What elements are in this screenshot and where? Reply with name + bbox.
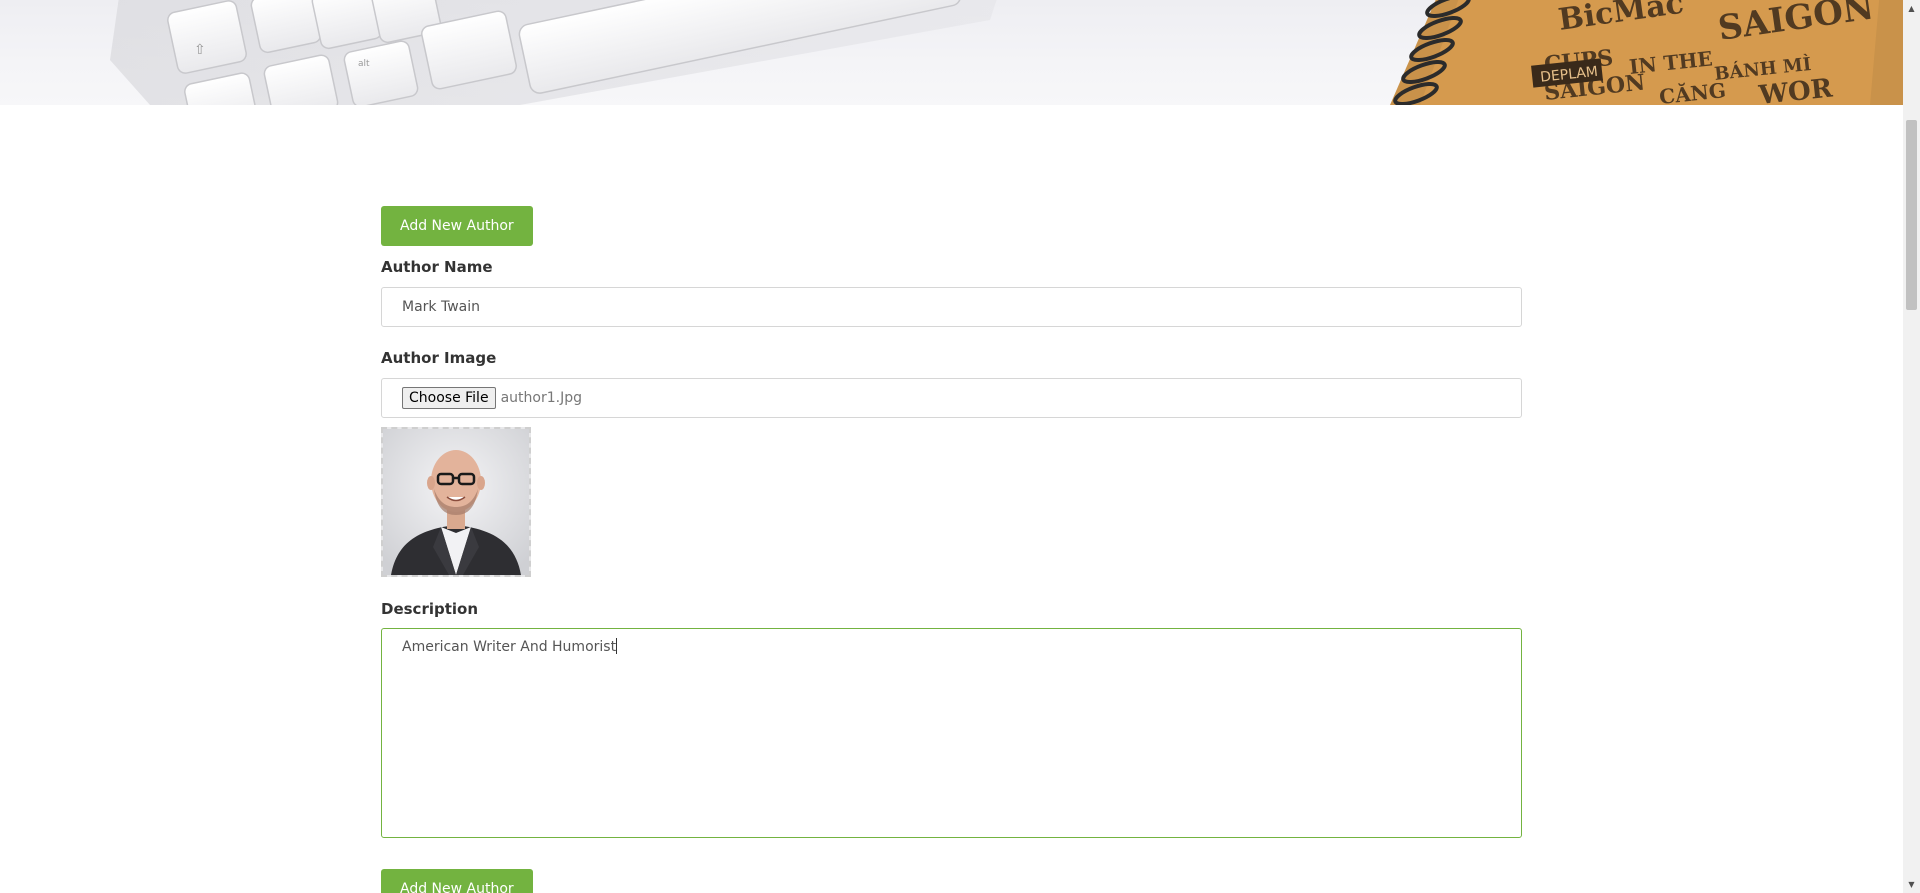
description-label: Description xyxy=(381,600,479,618)
author-image-label: Author Image xyxy=(381,349,497,367)
svg-text:⇧: ⇧ xyxy=(194,42,206,58)
author-name-input[interactable]: Mark Twain xyxy=(381,287,1522,327)
text-caret xyxy=(616,638,618,654)
author-name-label: Author Name xyxy=(381,258,493,276)
author-photo xyxy=(383,429,529,575)
vertical-scrollbar[interactable]: ▲ ▼ xyxy=(1903,0,1920,893)
description-value: American Writer And Humorist xyxy=(402,639,617,655)
add-new-author-button-top[interactable]: Add New Author xyxy=(381,206,533,246)
author-name-value: Mark Twain xyxy=(402,299,480,315)
add-new-author-button-bottom[interactable]: Add New Author xyxy=(381,869,533,893)
scrollbar-thumb[interactable] xyxy=(1906,120,1917,310)
header-banner-image: ⇧ alt BicMac SAIGON CUPS IN THE BÁNH MÌ … xyxy=(0,0,1903,105)
choose-file-button[interactable]: Choose File xyxy=(402,387,496,409)
banner-illustration: ⇧ alt BicMac SAIGON CUPS IN THE BÁNH MÌ … xyxy=(110,0,1903,105)
selected-file-name: author1.Jpg xyxy=(500,390,582,406)
scroll-up-icon[interactable]: ▲ xyxy=(1903,0,1920,17)
svg-text:alt: alt xyxy=(358,59,370,69)
description-textarea[interactable]: American Writer And Humorist xyxy=(381,628,1522,838)
scroll-down-icon[interactable]: ▼ xyxy=(1903,876,1920,893)
author-image-file-input[interactable]: Choose File author1.Jpg xyxy=(381,378,1522,418)
page: ⇧ alt BicMac SAIGON CUPS IN THE BÁNH MÌ … xyxy=(0,0,1920,893)
author-image-preview xyxy=(381,427,531,577)
